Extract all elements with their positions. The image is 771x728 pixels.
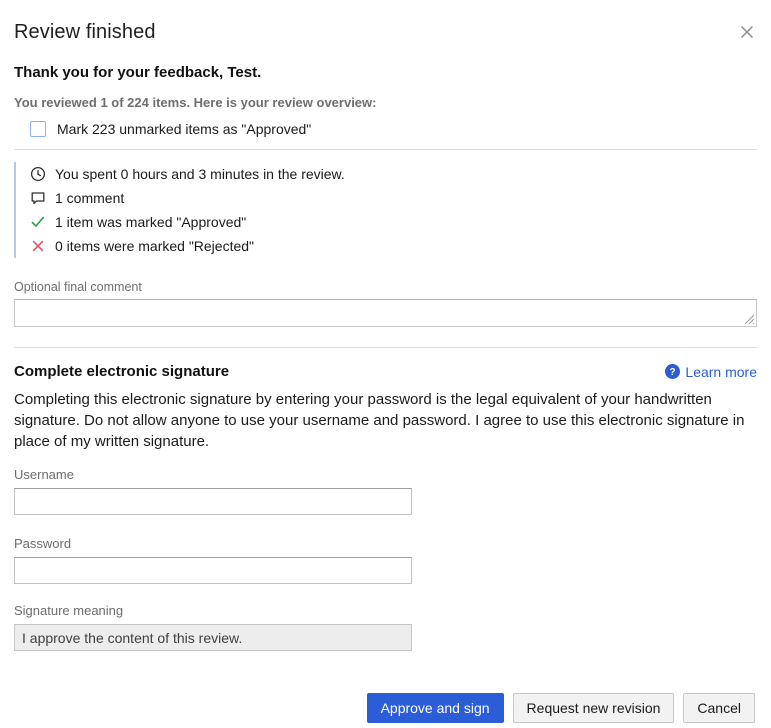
signature-header: Complete electronic signature ? Learn mo… xyxy=(14,363,757,380)
cross-icon xyxy=(30,238,46,254)
cancel-button[interactable]: Cancel xyxy=(683,693,755,723)
signature-meaning-input[interactable] xyxy=(14,624,412,651)
check-icon xyxy=(30,214,46,230)
signature-heading: Complete electronic signature xyxy=(14,363,229,380)
close-button[interactable] xyxy=(737,22,757,42)
learn-more-link[interactable]: ? Learn more xyxy=(665,364,757,380)
username-label: Username xyxy=(14,467,757,482)
learn-more-label: Learn more xyxy=(685,364,757,380)
stat-text: You spent 0 hours and 3 minutes in the r… xyxy=(55,166,345,182)
request-new-revision-button[interactable]: Request new revision xyxy=(513,693,675,723)
mark-unmarked-label[interactable]: Mark 223 unmarked items as "Approved" xyxy=(57,121,311,137)
review-finished-dialog: Review finished Thank you for your feedb… xyxy=(0,0,771,728)
dialog-title: Review finished xyxy=(14,21,156,44)
signature-meaning-label: Signature meaning xyxy=(14,603,757,618)
stat-time-spent: You spent 0 hours and 3 minutes in the r… xyxy=(30,162,757,186)
clock-icon xyxy=(30,166,46,182)
svg-text:?: ? xyxy=(670,367,676,378)
comment-icon xyxy=(30,190,46,206)
stat-approved: 1 item was marked "Approved" xyxy=(30,210,757,234)
username-input[interactable] xyxy=(14,488,412,515)
mark-unmarked-row: Mark 223 unmarked items as "Approved" xyxy=(30,121,757,137)
signature-disclaimer: Completing this electronic signature by … xyxy=(14,389,757,452)
stat-text: 1 comment xyxy=(55,190,124,206)
stat-text: 1 item was marked "Approved" xyxy=(55,214,246,230)
review-summary: You reviewed 1 of 224 items. Here is you… xyxy=(14,95,757,110)
divider-top xyxy=(14,149,757,150)
divider-signature xyxy=(14,347,757,348)
password-input[interactable] xyxy=(14,557,412,584)
dialog-actions: Approve and sign Request new revision Ca… xyxy=(367,693,755,723)
stat-rejected: 0 items were marked "Rejected" xyxy=(30,234,757,258)
stat-comments: 1 comment xyxy=(30,186,757,210)
final-comment-textarea[interactable] xyxy=(14,299,757,327)
dialog-header: Review finished xyxy=(14,21,757,44)
close-icon xyxy=(739,28,755,43)
password-label: Password xyxy=(14,536,757,551)
final-comment-wrap xyxy=(14,299,757,327)
thanks-message: Thank you for your feedback, Test. xyxy=(14,64,757,81)
help-icon: ? xyxy=(665,364,680,379)
review-stats: You spent 0 hours and 3 minutes in the r… xyxy=(14,162,757,258)
final-comment-label: Optional final comment xyxy=(14,280,757,294)
approve-and-sign-button[interactable]: Approve and sign xyxy=(367,693,504,723)
stat-text: 0 items were marked "Rejected" xyxy=(55,238,254,254)
mark-unmarked-checkbox[interactable] xyxy=(30,121,46,137)
